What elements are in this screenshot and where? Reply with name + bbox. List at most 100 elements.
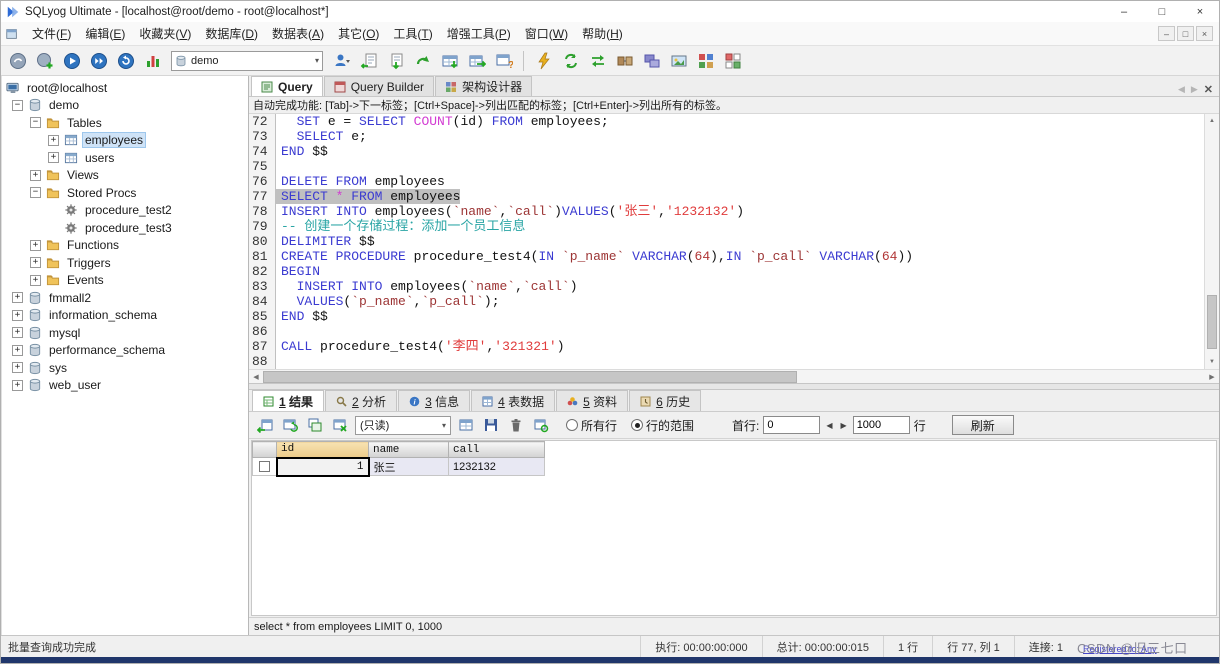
scroll-left-icon[interactable]: ◀: [249, 370, 263, 384]
menu-o[interactable]: 其它(O): [331, 22, 386, 45]
scroll-right-icon[interactable]: ▶: [1205, 370, 1219, 384]
first-row-input[interactable]: [763, 416, 821, 434]
refresh-object-browser-button[interactable]: [113, 48, 138, 73]
cell-id[interactable]: 1: [275, 456, 370, 477]
editor-line-86[interactable]: 86: [249, 324, 1204, 339]
menu-w[interactable]: 窗口(W): [518, 22, 575, 45]
row-checkbox-cell[interactable]: [252, 457, 277, 476]
maximize-button[interactable]: □: [1143, 1, 1181, 22]
tree-item-events[interactable]: + Events: [2, 272, 248, 290]
editor-line-85[interactable]: 85 END $$: [249, 309, 1204, 324]
tree-expander-icon[interactable]: −: [12, 99, 23, 111]
spin-right-icon[interactable]: ▶: [839, 421, 849, 430]
all-rows-radio[interactable]: 所有行: [566, 417, 617, 434]
tree-expander-icon[interactable]: +: [12, 292, 23, 304]
tree-item-users[interactable]: + users: [2, 149, 248, 167]
editor-line-76[interactable]: 76 DELETE FROM employees: [249, 174, 1204, 189]
spin-left-icon[interactable]: ◀: [824, 421, 834, 430]
open-query-button[interactable]: [356, 48, 381, 73]
tree-expander-icon[interactable]: +: [48, 152, 59, 164]
menu-e[interactable]: 编辑(E): [78, 22, 132, 45]
tree-expander-icon[interactable]: +: [12, 327, 23, 339]
tree-item-employees[interactable]: + employees: [2, 132, 248, 150]
editor-line-80[interactable]: 80 DELIMITER $$: [249, 234, 1204, 249]
menu-a[interactable]: 数据表(A): [265, 22, 331, 45]
scroll-thumb[interactable]: [1207, 295, 1217, 349]
tree-expander-icon[interactable]: −: [30, 187, 41, 199]
column-header-call[interactable]: call: [448, 441, 545, 458]
editor-line-74[interactable]: 74 END $$: [249, 144, 1204, 159]
tab-scroll-left-icon[interactable]: ◀: [1178, 84, 1185, 95]
database-combo[interactable]: demo ▾: [171, 50, 323, 71]
save-query-button[interactable]: [383, 48, 408, 73]
tree-item-performance_schema[interactable]: + performance_schema: [2, 342, 248, 360]
cell-call[interactable]: 1232132: [448, 457, 545, 476]
execute-query-button[interactable]: [59, 48, 84, 73]
tree-expander-icon[interactable]: −: [30, 117, 41, 129]
editor-line-87[interactable]: 87 CALL procedure_test4('李四','321321'): [249, 339, 1204, 354]
tree-item-root-localhost[interactable]: root@localhost: [2, 79, 248, 97]
result-grid-area[interactable]: id name call 1 张三 1232132: [251, 440, 1217, 616]
schema-sync-button[interactable]: [639, 48, 664, 73]
tree-expander-icon[interactable]: +: [30, 169, 41, 181]
query-tab-query-builder[interactable]: Query Builder: [323, 76, 435, 96]
editor-horizontal-scrollbar[interactable]: ◀ ▶: [249, 369, 1219, 383]
tree-item-sys[interactable]: + sys: [2, 359, 248, 377]
index-check-button[interactable]: [720, 48, 745, 73]
save-changes-button[interactable]: [480, 414, 502, 436]
query-profiler-button[interactable]: [140, 48, 165, 73]
editor-results-splitter[interactable]: [249, 383, 1219, 390]
tree-item-triggers[interactable]: + Triggers: [2, 254, 248, 272]
menu-v[interactable]: 收藏夹(V): [132, 22, 198, 45]
update-row-button[interactable]: [279, 414, 301, 436]
tree-item-fmmall2[interactable]: + fmmall2: [2, 289, 248, 307]
minimize-button[interactable]: –: [1105, 1, 1143, 22]
tree-item-procedure_test2[interactable]: procedure_test2: [2, 202, 248, 220]
query-tab-query[interactable]: Query: [251, 76, 323, 96]
tab-close-icon[interactable]: ✕: [1204, 83, 1213, 96]
tree-expander-icon[interactable]: +: [12, 362, 23, 374]
tree-item-information_schema[interactable]: + information_schema: [2, 307, 248, 325]
tree-expander-icon[interactable]: +: [12, 309, 23, 321]
editor-line-75[interactable]: 75: [249, 159, 1204, 174]
visual-report-button[interactable]: [666, 48, 691, 73]
editor-line-83[interactable]: 83 INSERT INTO employees(`name`,`call`): [249, 279, 1204, 294]
save-results-button[interactable]: [410, 48, 435, 73]
editor-line-78[interactable]: 78 INSERT INTO employees(`name`,`call`)VA…: [249, 204, 1204, 219]
scroll-down-icon[interactable]: ▼: [1205, 355, 1219, 369]
tree-item-mysql[interactable]: + mysql: [2, 324, 248, 342]
export-grid-button[interactable]: [455, 414, 477, 436]
menu-h[interactable]: 帮助(H): [575, 22, 630, 45]
data-sync-button[interactable]: [585, 48, 610, 73]
cell-name[interactable]: 张三: [368, 457, 449, 476]
tree-expander-icon[interactable]: +: [12, 344, 23, 356]
menu-f[interactable]: 文件(F): [25, 22, 78, 45]
tree-item-stored-procs[interactable]: − Stored Procs: [2, 184, 248, 202]
tree-expander-icon[interactable]: +: [30, 239, 41, 251]
close-button[interactable]: ×: [1181, 1, 1219, 22]
editor-line-79[interactable]: 79 -- 创建一个存储过程：添加一个员工信息: [249, 219, 1204, 234]
result-tab-资料[interactable]: 5 资料: [556, 390, 629, 411]
data-compare-button[interactable]: [693, 48, 718, 73]
editor-line-73[interactable]: 73 SELECT e;: [249, 129, 1204, 144]
column-header-name[interactable]: name: [368, 441, 449, 458]
editor-line-81[interactable]: 81 CREATE PROCEDURE procedure_test4(IN `p…: [249, 249, 1204, 264]
mdi-minimize-button[interactable]: –: [1158, 26, 1175, 41]
tree-item-tables[interactable]: − Tables: [2, 114, 248, 132]
column-header-id[interactable]: id: [276, 441, 369, 458]
refresh-button[interactable]: 刷新: [951, 415, 1014, 435]
sql-editor[interactable]: 72 SET e = SELECT COUNT(id) FROM employe…: [249, 114, 1219, 369]
tree-expander-icon[interactable]: +: [30, 274, 41, 286]
menu-d[interactable]: 数据库(D): [198, 22, 265, 45]
tree-item-procedure_test3[interactable]: procedure_test3: [2, 219, 248, 237]
migration-button[interactable]: [612, 48, 637, 73]
tree-item-web_user[interactable]: + web_user: [2, 377, 248, 395]
tree-expander-icon[interactable]: +: [30, 257, 41, 269]
result-tab-结果[interactable]: 1 结果: [252, 390, 325, 411]
tree-item-functions[interactable]: + Functions: [2, 237, 248, 255]
execute-all-queries-button[interactable]: [86, 48, 111, 73]
notifications-button[interactable]: [531, 48, 556, 73]
tab-scroll-right-icon[interactable]: ▶: [1191, 84, 1198, 95]
row-selector-header[interactable]: [252, 441, 277, 458]
editor-line-84[interactable]: 84 VALUES(`p_name`,`p_call`);: [249, 294, 1204, 309]
